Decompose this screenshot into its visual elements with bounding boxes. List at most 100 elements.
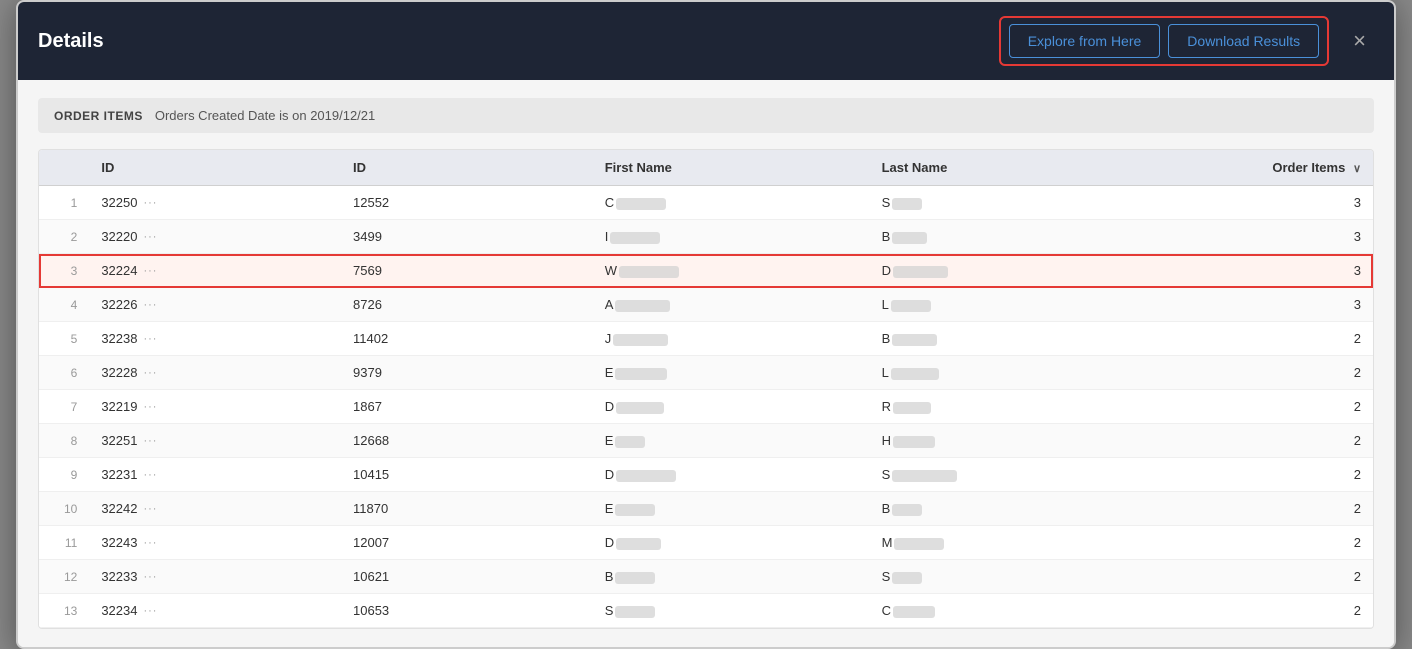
table-row[interactable]: 832251 ···12668EH2 [39, 424, 1373, 458]
cell-id1: 32243 ··· [89, 526, 341, 560]
row-more-dots[interactable]: ··· [143, 299, 157, 311]
download-results-button[interactable]: Download Results [1168, 24, 1319, 58]
modal-container: Details Explore from Here Download Resul… [16, 0, 1396, 649]
cell-rownum: 6 [39, 356, 89, 390]
cell-lastname: H [870, 424, 1147, 458]
cell-orderitems: 3 [1146, 220, 1373, 254]
row-more-dots[interactable]: ··· [143, 469, 157, 481]
data-table-wrapper: ID ID First Name Last Name Order Items ∨… [38, 149, 1374, 629]
filter-label: ORDER ITEMS [54, 109, 143, 123]
modal-title: Details [38, 30, 104, 53]
cell-firstname: I [593, 220, 870, 254]
filter-bar: ORDER ITEMS Orders Created Date is on 20… [38, 98, 1374, 133]
row-more-dots[interactable]: ··· [143, 605, 157, 617]
row-more-dots[interactable]: ··· [143, 197, 157, 209]
cell-lastname: S [870, 560, 1147, 594]
cell-firstname: W [593, 254, 870, 288]
cell-rownum: 13 [39, 594, 89, 628]
cell-id1: 32231 ··· [89, 458, 341, 492]
cell-firstname: E [593, 356, 870, 390]
table-row[interactable]: 332224 ···7569WD3 [39, 254, 1373, 288]
filter-value: Orders Created Date is on 2019/12/21 [155, 108, 375, 123]
cell-orderitems: 3 [1146, 254, 1373, 288]
cell-id1: 32251 ··· [89, 424, 341, 458]
cell-lastname: R [870, 390, 1147, 424]
col-header-firstname: First Name [593, 150, 870, 186]
cell-rownum: 8 [39, 424, 89, 458]
cell-id1: 32238 ··· [89, 322, 341, 356]
col-header-lastname: Last Name [870, 150, 1147, 186]
table-row[interactable]: 1032242 ···11870EB2 [39, 492, 1373, 526]
cell-rownum: 3 [39, 254, 89, 288]
table-row[interactable]: 1232233 ···10621BS2 [39, 560, 1373, 594]
cell-firstname: J [593, 322, 870, 356]
cell-id1: 32224 ··· [89, 254, 341, 288]
cell-orderitems: 3 [1146, 186, 1373, 220]
row-more-dots[interactable]: ··· [143, 265, 157, 277]
cell-lastname: B [870, 322, 1147, 356]
cell-rownum: 4 [39, 288, 89, 322]
cell-id2: 12552 [341, 186, 593, 220]
cell-rownum: 5 [39, 322, 89, 356]
cell-lastname: L [870, 288, 1147, 322]
table-row[interactable]: 732219 ···1867DR2 [39, 390, 1373, 424]
cell-rownum: 9 [39, 458, 89, 492]
cell-lastname: M [870, 526, 1147, 560]
cell-lastname: B [870, 492, 1147, 526]
cell-orderitems: 2 [1146, 424, 1373, 458]
table-row[interactable]: 1332234 ···10653SC2 [39, 594, 1373, 628]
cell-orderitems: 2 [1146, 356, 1373, 390]
close-button[interactable]: × [1345, 24, 1374, 58]
cell-id2: 10621 [341, 560, 593, 594]
col-header-orderitems[interactable]: Order Items ∨ [1146, 150, 1373, 186]
cell-firstname: A [593, 288, 870, 322]
row-more-dots[interactable]: ··· [143, 435, 157, 447]
cell-firstname: D [593, 458, 870, 492]
cell-firstname: C [593, 186, 870, 220]
row-more-dots[interactable]: ··· [143, 537, 157, 549]
cell-orderitems: 2 [1146, 560, 1373, 594]
cell-firstname: S [593, 594, 870, 628]
row-more-dots[interactable]: ··· [143, 333, 157, 345]
row-more-dots[interactable]: ··· [143, 503, 157, 515]
row-more-dots[interactable]: ··· [143, 231, 157, 243]
table-header-row: ID ID First Name Last Name Order Items ∨ [39, 150, 1373, 186]
cell-id1: 32250 ··· [89, 186, 341, 220]
table-row[interactable]: 932231 ···10415DS2 [39, 458, 1373, 492]
row-more-dots[interactable]: ··· [143, 401, 157, 413]
table-row[interactable]: 132250 ···12552CS3 [39, 186, 1373, 220]
cell-id2: 12668 [341, 424, 593, 458]
cell-orderitems: 2 [1146, 594, 1373, 628]
cell-id1: 32234 ··· [89, 594, 341, 628]
table-row[interactable]: 432226 ···8726AL3 [39, 288, 1373, 322]
cell-orderitems: 2 [1146, 492, 1373, 526]
cell-orderitems: 3 [1146, 288, 1373, 322]
table-row[interactable]: 232220 ···3499IB3 [39, 220, 1373, 254]
table-row[interactable]: 632228 ···9379EL2 [39, 356, 1373, 390]
cell-firstname: D [593, 390, 870, 424]
cell-id2: 3499 [341, 220, 593, 254]
cell-rownum: 10 [39, 492, 89, 526]
cell-rownum: 11 [39, 526, 89, 560]
cell-lastname: S [870, 458, 1147, 492]
cell-orderitems: 2 [1146, 322, 1373, 356]
cell-lastname: B [870, 220, 1147, 254]
cell-firstname: B [593, 560, 870, 594]
cell-orderitems: 2 [1146, 526, 1373, 560]
explore-from-here-button[interactable]: Explore from Here [1009, 24, 1161, 58]
cell-id2: 1867 [341, 390, 593, 424]
cell-id2: 12007 [341, 526, 593, 560]
sort-desc-icon: ∨ [1353, 163, 1361, 175]
cell-orderitems: 2 [1146, 458, 1373, 492]
cell-id1: 32233 ··· [89, 560, 341, 594]
cell-id1: 32220 ··· [89, 220, 341, 254]
col-header-id1: ID [89, 150, 341, 186]
row-more-dots[interactable]: ··· [143, 571, 157, 583]
cell-id1: 32219 ··· [89, 390, 341, 424]
modal-header: Details Explore from Here Download Resul… [18, 2, 1394, 80]
row-more-dots[interactable]: ··· [143, 367, 157, 379]
cell-lastname: L [870, 356, 1147, 390]
table-row[interactable]: 532238 ···11402JB2 [39, 322, 1373, 356]
cell-rownum: 2 [39, 220, 89, 254]
table-row[interactable]: 1132243 ···12007DM2 [39, 526, 1373, 560]
